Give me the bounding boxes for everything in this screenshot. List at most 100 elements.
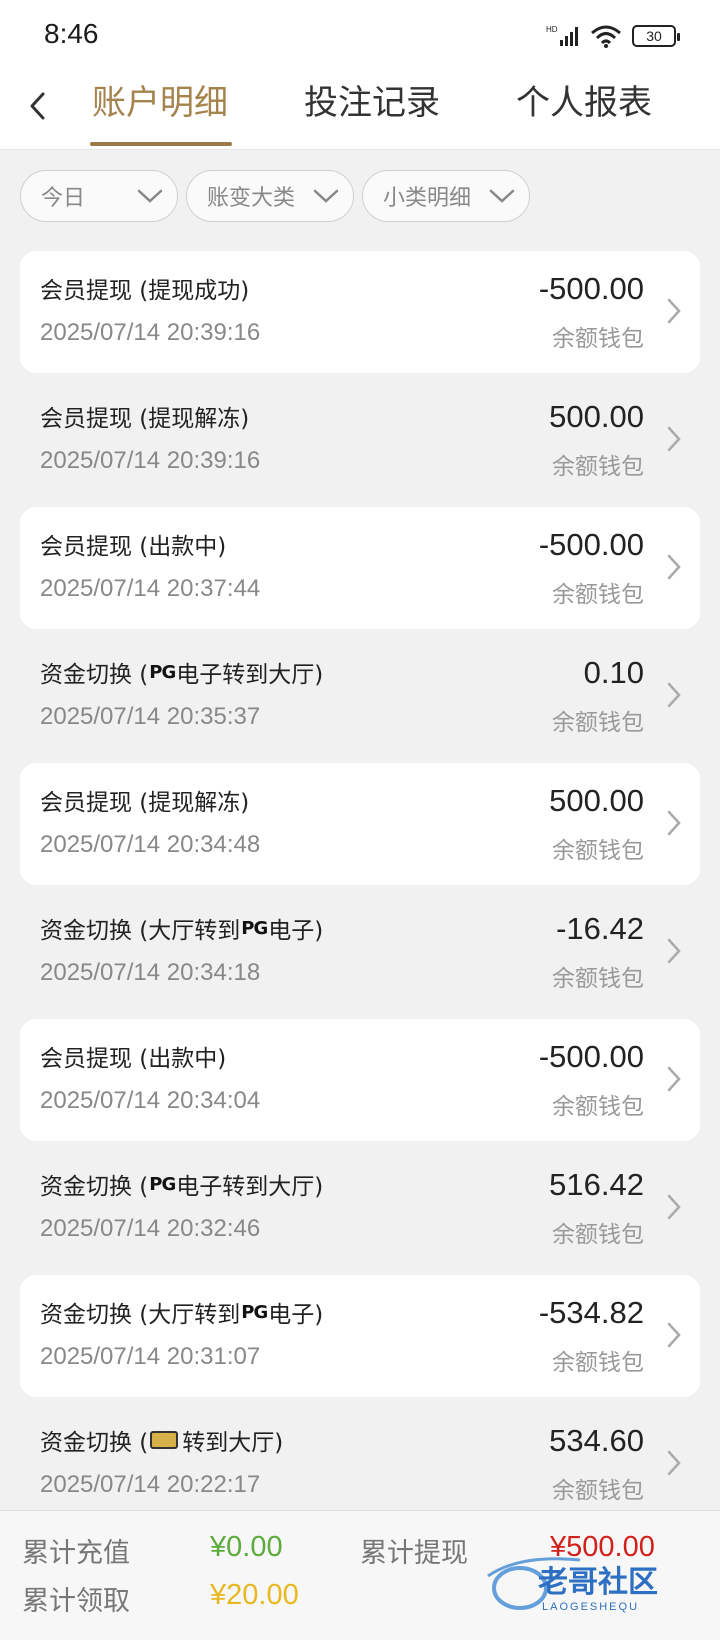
item-wallet: 余额钱包 [552,326,644,352]
item-time: 2025/07/14 20:31:07 [40,1343,261,1370]
list-item[interactable]: 会员提现 (提现解冻) 2025/07/14 20:39:16 500.00 余… [20,379,700,501]
list-item[interactable]: 会员提现 (提现解冻) 2025/07/14 20:34:48 500.00 余… [20,763,700,885]
nav-bar: 账户明细 投注记录 个人报表 [0,70,720,150]
pg-logo: PG [149,661,176,683]
chevron-right-icon [667,298,681,324]
chevron-left-icon [30,92,45,120]
filter-date-dropdown[interactable]: 今日 [20,170,178,222]
item-time: 2025/07/14 20:34:18 [40,959,261,986]
item-title-prefix: 资金切换 (大厅转到 [40,1302,241,1328]
status-bar: 8:46 HD 30 [0,0,720,70]
total-withdraw-label: 累计提现 [360,1538,468,1569]
item-amount: 516.42 [549,1167,644,1202]
watermark-subtext: LAOGESHEQU [542,1601,639,1613]
tab-personal-report[interactable]: 个人报表 [516,78,652,142]
chevron-right-icon [667,1066,681,1092]
status-icons: HD 30 [546,24,680,48]
item-time: 2025/07/14 20:39:16 [40,447,261,474]
chevron-right-icon [667,426,681,452]
item-title: 资金切换 (转到大厅) [40,1423,283,1457]
tab-account-details[interactable]: 账户明细 [92,78,228,142]
item-amount: -534.82 [538,1295,644,1330]
item-title: 会员提现 (出款中) [40,1046,227,1072]
total-recharge-label: 累计充值 [22,1538,130,1569]
filter-date-label: 今日 [41,186,86,211]
watermark-logo: 老哥社区 LAOGESHEQU [487,1557,658,1613]
list-item[interactable]: 资金切换 (PG 电子转到大厅) 2025/07/14 20:32:46 516.… [20,1147,700,1269]
chevron-right-icon [667,1194,681,1220]
chevron-down-icon [313,189,339,203]
game-provider-logo-icon [150,1431,179,1449]
item-wallet: 余额钱包 [552,1478,644,1504]
item-title: 资金切换 (大厅转到 PG 电子) [40,911,323,945]
item-title-suffix: 电子) [268,1302,324,1328]
list-item[interactable]: 会员提现 (出款中) 2025/07/14 20:37:44 -500.00 余… [20,507,700,629]
item-wallet: 余额钱包 [552,838,644,864]
battery-icon: 30 [632,25,680,47]
item-amount: -500.00 [538,271,644,306]
item-wallet: 余额钱包 [552,582,644,608]
watermark-text: 老哥社区 [538,1565,658,1600]
item-title-prefix: 资金切换 ( [40,1430,149,1456]
item-time: 2025/07/14 20:39:16 [40,319,261,346]
item-time: 2025/07/14 20:35:37 [40,703,261,730]
chevron-right-icon [667,1450,681,1476]
svg-text:HD: HD [546,25,558,34]
transaction-list: 会员提现 (提现成功) 2025/07/14 20:39:16 -500.00 … [20,251,700,1531]
list-item[interactable]: 会员提现 (提现成功) 2025/07/14 20:39:16 -500.00 … [20,251,700,373]
item-time: 2025/07/14 20:32:46 [40,1215,261,1242]
item-title: 资金切换 (PG 电子转到大厅) [40,655,323,689]
item-title-suffix: 电子转到大厅) [176,1174,324,1200]
chevron-down-icon [489,189,515,203]
chevron-right-icon [667,682,681,708]
filter-subcategory-label: 小类明细 [383,186,472,211]
item-amount: 534.60 [549,1423,644,1458]
item-time: 2025/07/14 20:37:44 [40,575,261,602]
item-title-suffix: 电子) [268,918,324,944]
chevron-right-icon [667,554,681,580]
item-title: 资金切换 (大厅转到 PG 电子) [40,1295,323,1329]
item-time: 2025/07/14 20:34:04 [40,1087,261,1114]
signal-icon: HD [546,25,578,46]
chevron-right-icon [667,938,681,964]
pg-logo: PG [241,917,268,939]
item-title: 会员提现 (提现解冻) [40,790,250,816]
list-item[interactable]: 资金切换 (大厅转到 PG 电子) 2025/07/14 20:31:07 -534… [20,1275,700,1397]
list-item[interactable]: 资金切换 (大厅转到 PG 电子) 2025/07/14 20:34:18 -16.… [20,891,700,1013]
total-claim-label: 累计领取 [22,1586,130,1617]
filter-category-dropdown[interactable]: 账变大类 [186,170,354,222]
list-item[interactable]: 资金切换 (PG 电子转到大厅) 2025/07/14 20:35:37 0.10… [20,635,700,757]
item-title-suffix: 电子转到大厅) [176,662,324,688]
item-wallet: 余额钱包 [552,1350,644,1376]
filter-subcategory-dropdown[interactable]: 小类明细 [362,170,530,222]
item-time: 2025/07/14 20:22:17 [40,1471,261,1498]
item-wallet: 余额钱包 [552,454,644,480]
filter-bar: 今日 账变大类 小类明细 [20,170,530,222]
chevron-right-icon [667,1322,681,1348]
back-button[interactable] [18,84,58,128]
item-title: 会员提现 (出款中) [40,534,227,560]
list-item[interactable]: 会员提现 (出款中) 2025/07/14 20:34:04 -500.00 余… [20,1019,700,1141]
item-wallet: 余额钱包 [552,966,644,992]
item-amount: -16.42 [556,911,644,946]
item-amount: 500.00 [549,399,644,434]
status-time: 8:46 [44,18,99,49]
chevron-down-icon [137,189,163,203]
item-title: 会员提现 (提现成功) [40,278,250,304]
item-time: 2025/07/14 20:34:48 [40,831,261,858]
active-tab-indicator [90,142,232,146]
chevron-right-icon [667,810,681,836]
pg-logo: PG [149,1173,176,1195]
list-item[interactable]: 资金切换 (转到大厅) 2025/07/14 20:22:17 534.60 余… [20,1403,700,1525]
wifi-icon [591,25,621,48]
item-amount: -500.00 [538,527,644,562]
item-amount: 500.00 [549,783,644,818]
item-wallet: 余额钱包 [552,1222,644,1248]
item-amount: 0.10 [583,655,644,690]
item-amount: -500.00 [538,1039,644,1074]
item-wallet: 余额钱包 [552,1094,644,1120]
total-recharge-value: ¥0.00 [210,1531,283,1563]
item-title-prefix: 资金切换 ( [40,662,149,688]
tab-bet-records[interactable]: 投注记录 [304,78,440,142]
total-claim-value: ¥20.00 [210,1579,299,1611]
